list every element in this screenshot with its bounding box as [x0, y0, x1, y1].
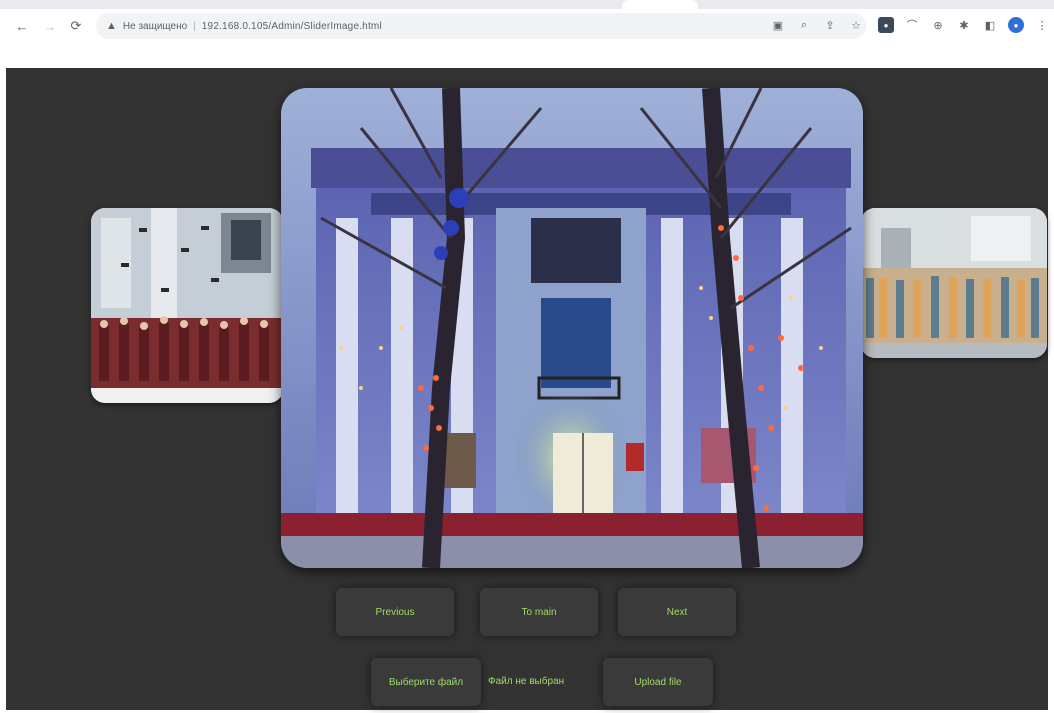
- share-icon[interactable]: ⇪: [822, 17, 838, 33]
- slider-page: Previous To main Next Выберите файл Файл…: [6, 68, 1048, 710]
- profile-avatar[interactable]: ●: [1008, 17, 1024, 33]
- current-slide-image[interactable]: [281, 88, 863, 568]
- previous-button[interactable]: Previous: [336, 588, 454, 636]
- extension-2-icon[interactable]: ⌒: [904, 17, 920, 33]
- sidebar-icon[interactable]: ◧: [982, 17, 998, 33]
- active-tab[interactable]: [622, 0, 698, 9]
- forward-button[interactable]: →: [40, 16, 60, 36]
- forward-arrow-icon: →: [43, 18, 57, 34]
- to-main-button[interactable]: To main: [480, 588, 598, 636]
- graduates-photo: [91, 208, 283, 403]
- menu-icon[interactable]: ⋮: [1034, 17, 1050, 33]
- next-slide-thumbnail[interactable]: [861, 208, 1047, 358]
- group-photo: [861, 208, 1047, 358]
- extension-3-icon[interactable]: ⊕: [930, 17, 946, 33]
- address-bar[interactable]: ▲ Не защищено | 192.168.0.105/Admin/Slid…: [96, 13, 866, 39]
- back-button[interactable]: ←: [12, 16, 32, 36]
- upload-file-button[interactable]: Upload file: [603, 658, 713, 706]
- next-button[interactable]: Next: [618, 588, 736, 636]
- warning-icon: ▲: [106, 20, 117, 32]
- reload-icon: ⟳: [70, 18, 82, 33]
- back-arrow-icon: ←: [15, 18, 29, 34]
- omnibox-separator: |: [193, 20, 196, 32]
- building-photo: [281, 88, 863, 568]
- choose-file-button[interactable]: Выберите файл: [371, 658, 481, 706]
- file-status-label: Файл не выбран: [488, 676, 565, 687]
- security-label: Не защищено: [122, 20, 188, 32]
- star-icon[interactable]: ☆: [848, 17, 864, 33]
- zoom-icon[interactable]: ⌕: [796, 17, 812, 33]
- extension-1-icon[interactable]: ●: [878, 17, 894, 33]
- puzzle-icon[interactable]: ✱: [956, 17, 972, 33]
- previous-slide-thumbnail[interactable]: [91, 208, 283, 403]
- tab-strip: [0, 0, 1054, 9]
- reload-button[interactable]: ⟳: [66, 16, 86, 36]
- cast-icon[interactable]: ▣: [770, 17, 786, 33]
- url-text: 192.168.0.105/Admin/SliderImage.html: [201, 20, 382, 32]
- browser-toolbar: ← → ⟳ ▲ Не защищено | 192.168.0.105/Admi…: [0, 0, 1054, 56]
